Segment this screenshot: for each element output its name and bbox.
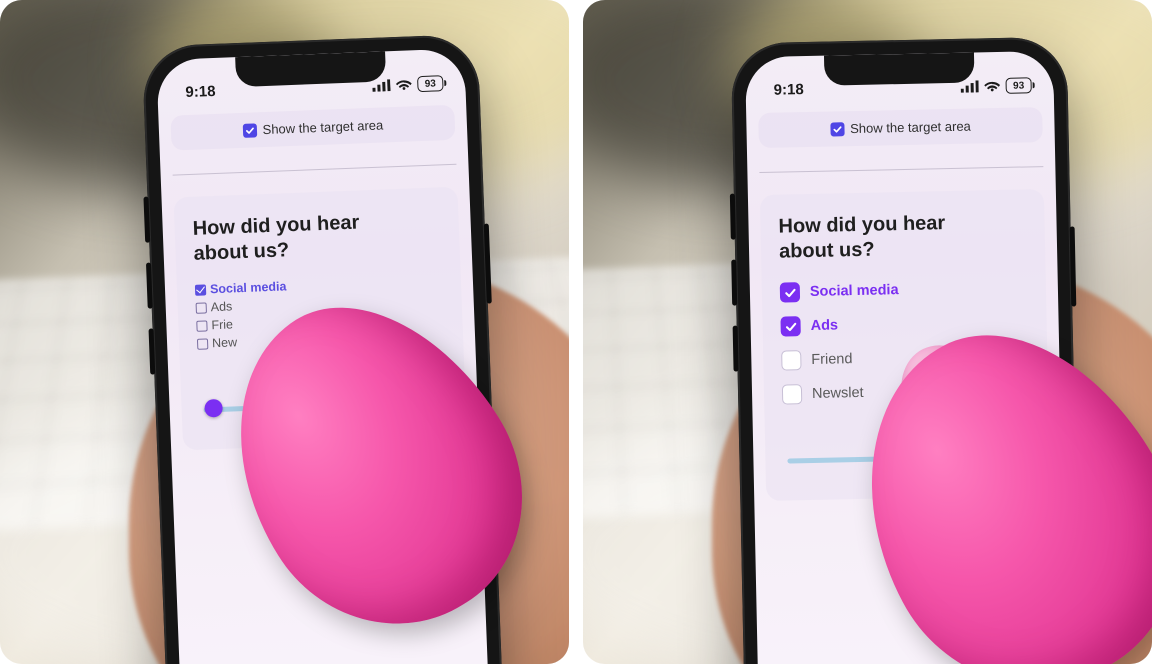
option-label: Social media xyxy=(210,277,287,298)
notch xyxy=(824,53,975,86)
checkbox-checked-icon xyxy=(780,282,800,302)
notch xyxy=(235,51,386,87)
checkbox-checked-icon xyxy=(780,316,800,336)
option-ads[interactable]: Ads xyxy=(780,311,1028,336)
option-label: Friend xyxy=(811,351,852,368)
comparison-panel-right: 9:18 93 Show the target area xyxy=(583,0,1152,664)
checkbox-unchecked-icon xyxy=(196,302,207,313)
divider xyxy=(759,166,1043,173)
battery-indicator: 93 xyxy=(417,75,444,92)
clock: 9:18 xyxy=(185,83,216,101)
checkbox-unchecked-icon xyxy=(781,350,801,370)
checkbox-checked-icon xyxy=(195,284,206,295)
option-social-media[interactable]: Social media xyxy=(780,277,1028,302)
battery-indicator: 93 xyxy=(1005,77,1031,94)
comparison-panel-left: 9:18 93 Show the target area xyxy=(0,0,569,664)
survey-question: How did you hear about us? xyxy=(778,210,979,264)
toggle-label: Show the target area xyxy=(262,117,383,137)
show-target-area-toggle[interactable]: Show the target area xyxy=(170,105,455,151)
option-label: New xyxy=(212,334,238,353)
cellular-signal-icon xyxy=(372,79,390,92)
divider xyxy=(173,164,457,176)
option-label: Frie xyxy=(211,316,233,335)
option-label: Ads xyxy=(810,317,838,334)
checkbox-unchecked-icon xyxy=(782,384,802,404)
checkbox-unchecked-icon xyxy=(196,320,207,331)
option-label: Newslet xyxy=(812,385,864,402)
checkbox-checked-icon xyxy=(242,123,257,138)
slider-thumb[interactable] xyxy=(204,398,223,417)
survey-question: How did you hear about us? xyxy=(192,209,394,267)
option-label: Ads xyxy=(210,298,232,317)
option-label: Social media xyxy=(810,282,899,300)
wifi-icon xyxy=(984,80,1001,92)
wifi-icon xyxy=(395,78,412,91)
clock: 9:18 xyxy=(774,81,804,99)
checkbox-checked-icon xyxy=(830,122,844,136)
toggle-label: Show the target area xyxy=(850,119,971,137)
show-target-area-toggle[interactable]: Show the target area xyxy=(758,107,1043,148)
cellular-signal-icon xyxy=(961,80,979,92)
checkbox-unchecked-icon xyxy=(197,338,208,349)
